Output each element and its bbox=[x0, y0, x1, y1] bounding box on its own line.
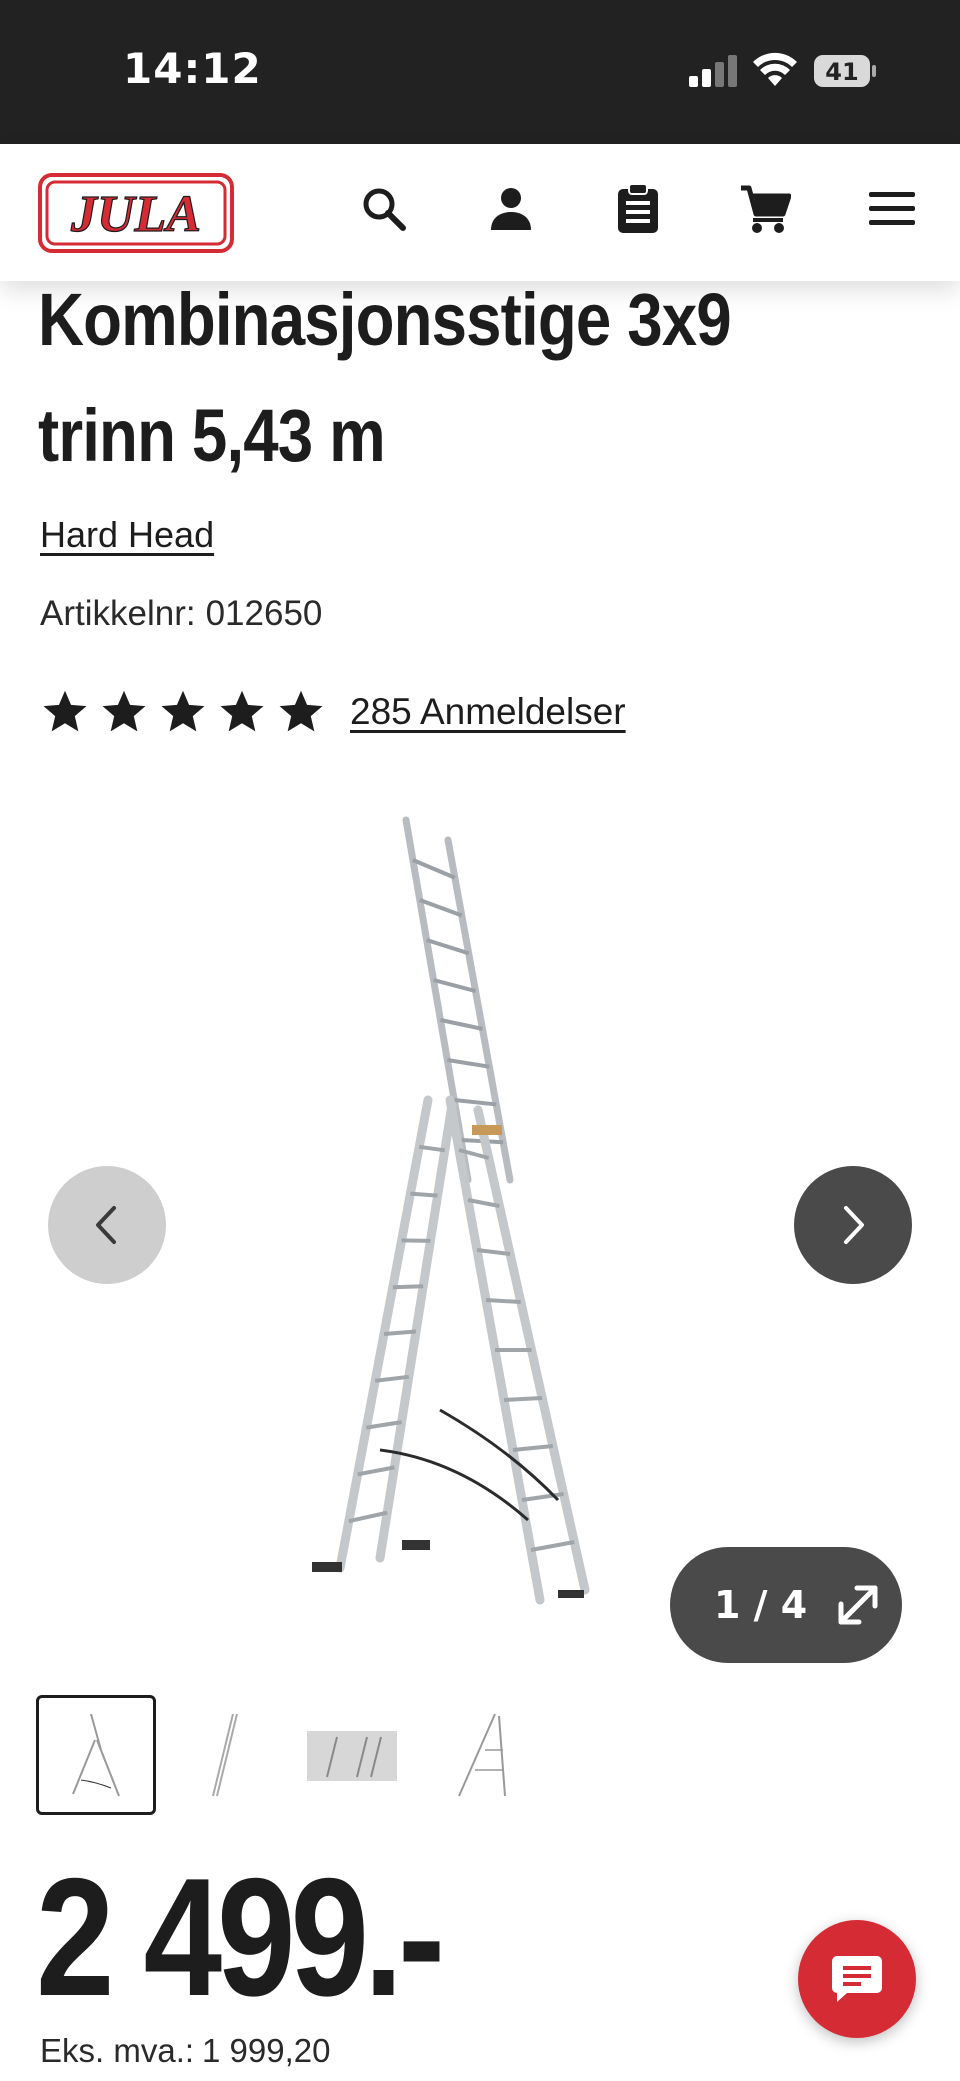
gallery-thumbnails bbox=[36, 1695, 540, 1817]
status-time: 14:12 bbox=[123, 44, 262, 93]
thumbnail-3[interactable] bbox=[292, 1695, 412, 1815]
rating-stars bbox=[40, 687, 326, 737]
price-excl-vat: Eks. mva.: 1 999,20 bbox=[40, 2032, 331, 2070]
ladder-rung bbox=[447, 1058, 490, 1069]
ladder-rung bbox=[383, 1329, 417, 1336]
reviews-link[interactable]: 285 Anmeldelser bbox=[350, 691, 626, 733]
battery-level: 41 bbox=[825, 58, 858, 86]
site-header: JULA bbox=[0, 144, 960, 281]
jula-logo[interactable]: JULA bbox=[38, 173, 234, 253]
brand-link[interactable]: Hard Head bbox=[40, 514, 214, 556]
ladder-rung bbox=[401, 1238, 431, 1243]
menu-button[interactable] bbox=[864, 181, 920, 237]
price-excl-vat-label: Eks. mva.: bbox=[40, 2032, 195, 2069]
star-icon bbox=[279, 690, 323, 732]
thumbnail-ladder-detail bbox=[307, 1731, 397, 1781]
account-icon bbox=[491, 188, 531, 230]
expand-icon bbox=[838, 1585, 878, 1625]
ladder-rung bbox=[485, 1298, 521, 1304]
ladder-rung bbox=[454, 1098, 497, 1107]
product-price: 2 499.- bbox=[36, 1843, 445, 2031]
thumbnail-ladder-combination bbox=[72, 1713, 120, 1797]
product-title-line-1: Kombinasjonsstige 3x9 bbox=[38, 278, 732, 361]
gallery-next-button[interactable] bbox=[794, 1166, 912, 1284]
article-number-value: 012650 bbox=[205, 594, 323, 633]
price-excl-vat-value: 1 999,20 bbox=[202, 2032, 331, 2069]
gallery-prev-button[interactable] bbox=[48, 1166, 166, 1284]
cart-button[interactable] bbox=[737, 181, 793, 237]
thumbnail-4[interactable] bbox=[420, 1695, 540, 1815]
chevron-left-icon bbox=[96, 1206, 116, 1244]
wifi-icon bbox=[753, 52, 797, 86]
account-button[interactable] bbox=[483, 181, 539, 237]
thumbnail-2[interactable] bbox=[164, 1695, 284, 1815]
product-image-ladder[interactable] bbox=[300, 800, 670, 1640]
chat-button[interactable] bbox=[798, 1920, 916, 2038]
thumbnail-ladder-angle bbox=[458, 1713, 506, 1797]
thumbnail-ladder-straight bbox=[212, 1713, 238, 1797]
star-icon bbox=[161, 690, 205, 732]
ladder-rung bbox=[433, 978, 477, 994]
product-title: Kombinasjonsstige 3x9 trinn 5,43 m bbox=[38, 262, 918, 494]
star-icon bbox=[43, 690, 87, 732]
clipboard-icon bbox=[618, 183, 658, 233]
ladder-rung bbox=[503, 1396, 543, 1402]
ladder-rung bbox=[530, 1540, 575, 1552]
star-icon bbox=[102, 690, 146, 732]
search-icon bbox=[363, 188, 406, 231]
chevron-right-icon bbox=[844, 1206, 864, 1244]
status-bar: 14:12 41 bbox=[0, 0, 960, 144]
ladder-rung bbox=[426, 938, 470, 956]
chat-icon bbox=[832, 1956, 882, 2002]
gallery-fullscreen-button[interactable]: 1 / 4 bbox=[670, 1547, 902, 1663]
ladder-rung bbox=[512, 1444, 554, 1452]
ladder-rung bbox=[419, 898, 463, 918]
product-title-line-2: trinn 5,43 m bbox=[38, 394, 386, 477]
star-icon bbox=[220, 690, 264, 732]
ladder-rung bbox=[410, 1191, 438, 1198]
product-rating: 285 Anmeldelser bbox=[40, 686, 626, 738]
search-button[interactable] bbox=[356, 181, 412, 237]
product-image-gallery: 1 / 4 bbox=[0, 790, 960, 1670]
shopping-list-button[interactable] bbox=[610, 181, 666, 237]
battery-icon: 41 bbox=[814, 55, 876, 87]
ladder-rung bbox=[392, 1284, 424, 1290]
cellular-signal-icon bbox=[689, 55, 737, 87]
article-number-label: Artikkelnr: bbox=[40, 594, 196, 633]
thumbnail-1[interactable] bbox=[36, 1695, 156, 1815]
logo-text: JULA bbox=[70, 186, 201, 243]
cart-icon bbox=[741, 185, 791, 233]
article-number: Artikkelnr: 012650 bbox=[40, 594, 322, 634]
ladder-rung bbox=[440, 1018, 483, 1031]
menu-icon bbox=[869, 192, 915, 225]
image-counter: 1 / 4 bbox=[714, 1583, 808, 1627]
